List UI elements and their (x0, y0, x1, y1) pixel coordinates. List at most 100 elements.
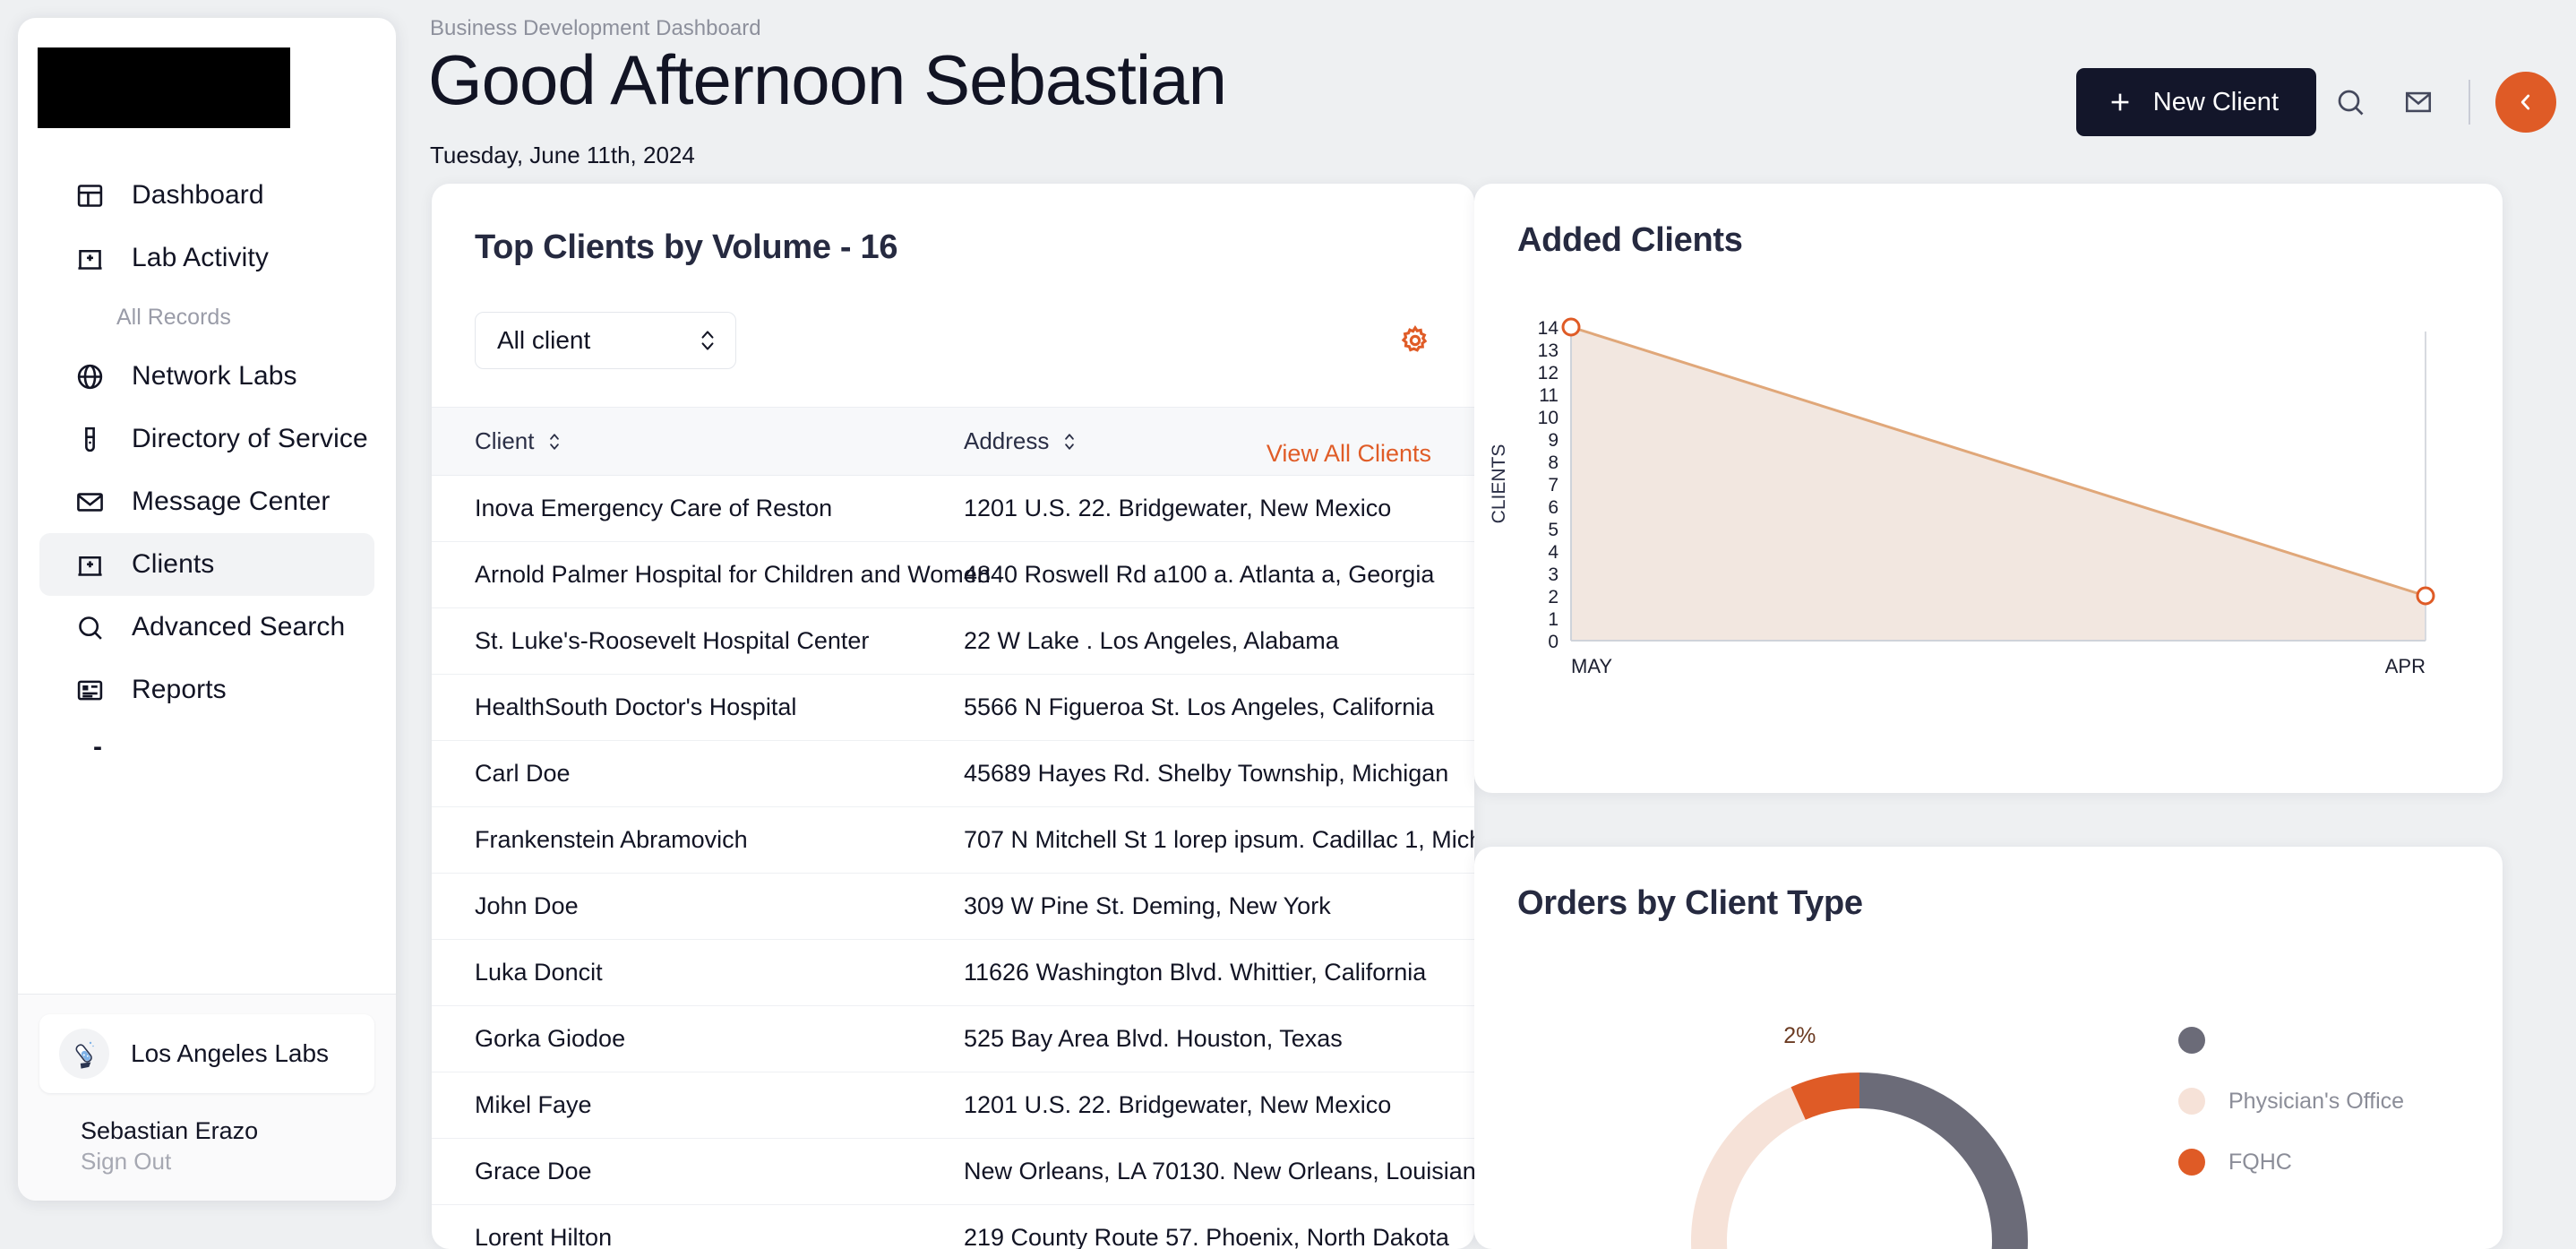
sidebar-item-truncated[interactable]: - (18, 721, 396, 773)
table-row[interactable]: Arnold Palmer Hospital for Children and … (432, 541, 1474, 608)
new-client-button[interactable]: New Client (2075, 68, 2316, 136)
client-name-cell[interactable]: Arnold Palmer Hospital for Children and … (432, 541, 991, 608)
chevron-updown-icon (701, 331, 714, 350)
breadcrumb: Business Development Dashboard (430, 16, 761, 40)
sidebar-item-dashboard[interactable]: Dashboard (39, 164, 374, 227)
x-tick-label: APR (2385, 655, 2426, 677)
legend-item[interactable]: Physician's Office (2178, 1071, 2447, 1132)
clients-filter-row: All client (475, 312, 1431, 369)
sidebar-item-label: Reports (132, 675, 227, 704)
table-row[interactable]: Inova Emergency Care of Reston 1201 U.S. … (432, 475, 1474, 542)
envelope-icon (77, 492, 103, 512)
user-block: Sebastian Erazo Sign Out (39, 1093, 374, 1179)
table-row[interactable]: Carl Doe 45689 Hayes Rd. Shelby Township,… (432, 740, 1474, 807)
sidebar-item-network-labs[interactable]: Network Labs (39, 345, 374, 408)
company-logo (38, 47, 290, 128)
table-row[interactable]: Mikel Faye 1201 U.S. 22. Bridgewater, New… (432, 1072, 1474, 1139)
mail-button[interactable] (2384, 68, 2452, 136)
client-name-cell[interactable]: HealthSouth Doctor's Hospital (432, 674, 942, 741)
data-point[interactable] (1561, 317, 1581, 337)
client-name-cell[interactable]: Mikel Faye (432, 1072, 942, 1139)
sidebar-item-label: Message Center (132, 487, 331, 516)
y-tick-label: 0 (1548, 632, 1558, 652)
client-name-cell[interactable]: Carl Doe (432, 740, 942, 807)
client-name-cell[interactable]: Grace Doe (432, 1138, 942, 1205)
collapse-panel-button[interactable] (2495, 72, 2556, 133)
view-all-clients-wrap: View All Clients (1267, 440, 1431, 468)
column-header-label: Client (475, 427, 535, 454)
table-row[interactable]: Frankenstein Abramovich 707 N Mitchell St… (432, 806, 1474, 874)
mail-icon (2405, 91, 2432, 113)
sidebar-item-lab-activity[interactable]: Lab Activity (39, 227, 374, 289)
sign-out-link[interactable]: Sign Out (81, 1147, 374, 1176)
sidebar-item-reports[interactable]: Reports (39, 659, 374, 721)
legend-item[interactable]: FQHC (2178, 1132, 2447, 1193)
sidebar-item-advanced-search[interactable]: Advanced Search (39, 596, 374, 659)
legend-item[interactable] (2178, 1010, 2447, 1071)
page-header: Business Development Dashboard Good Afte… (428, 0, 2576, 188)
globe-icon (77, 364, 103, 389)
sidebar-item-label: Dashboard (132, 180, 264, 210)
client-name-cell[interactable]: Gorka Giodoe (432, 1005, 942, 1072)
column-header-client[interactable]: Client (432, 407, 942, 476)
hospital-icon (78, 249, 102, 270)
client-address-cell: 219 County Route 57. Phoenix, North Dako… (942, 1204, 1474, 1249)
y-tick-label: 13 (1538, 340, 1558, 361)
y-tick-label: 6 (1548, 497, 1558, 518)
y-tick-label: 3 (1548, 564, 1558, 585)
sidebar-item-directory-of-service[interactable]: Directory of Service (39, 408, 374, 470)
client-name-cell[interactable]: St. Luke's-Roosevelt Hospital Center (432, 607, 942, 675)
client-address-cell: 4840 Roswell Rd a100 a. Atlanta a, Georg… (942, 541, 1474, 608)
client-name-cell[interactable]: Lorent Hilton (432, 1204, 942, 1249)
current-date: Tuesday, June 11th, 2024 (430, 142, 695, 168)
organization-switcher[interactable]: Los Angeles Labs (39, 1013, 374, 1093)
y-tick-label: 8 (1548, 452, 1558, 473)
search-button[interactable] (2316, 68, 2384, 136)
client-name-cell[interactable]: Inova Emergency Care of Reston (432, 475, 942, 542)
sidebar: Dashboard Lab Activity All Records Netwo… (18, 18, 396, 1201)
sidebar-item-label: Lab Activity (132, 243, 269, 272)
sidebar-subitem-label: All Records (116, 304, 231, 330)
y-tick-label: 9 (1548, 430, 1558, 451)
added-clients-header: Added Clients (1474, 184, 2503, 260)
sidebar-item-clients[interactable]: Clients (39, 533, 374, 596)
area-fill (1571, 327, 2426, 641)
client-name-cell[interactable]: Luka Doncit (432, 939, 942, 1006)
new-client-label: New Client (2152, 87, 2279, 116)
data-point[interactable] (2416, 586, 2435, 606)
top-clients-title: Top Clients by Volume - 16 (475, 228, 898, 266)
layout-icon (77, 184, 103, 207)
page-title: Good Afternoon Sebastian (428, 40, 1227, 119)
client-filter-select[interactable]: All client (475, 312, 736, 369)
test-tube-logo-icon (59, 1028, 109, 1079)
table-row[interactable]: HealthSouth Doctor's Hospital 5566 N Figu… (432, 674, 1474, 741)
top-clients-header: Top Clients by Volume - 16 (432, 184, 1474, 267)
header-divider (2469, 80, 2470, 125)
table-row[interactable]: Grace Doe New Orleans, LA 70130. New Orle… (432, 1138, 1474, 1205)
gear-icon[interactable] (1399, 324, 1431, 357)
report-card-icon (77, 680, 103, 700)
clients-table-body: Inova Emergency Care of Reston 1201 U.S. … (432, 475, 1474, 1249)
client-address-cell: 707 N Mitchell St 1 lorep ipsum. Cadilla… (942, 806, 1474, 874)
clients-table-scroll[interactable]: Client Address Inova Emergency Care of R… (432, 407, 1474, 1249)
sidebar-subitem-all-records[interactable]: All Records (18, 289, 396, 345)
y-tick-label: 1 (1548, 609, 1558, 630)
y-tick-label: 4 (1548, 542, 1558, 563)
table-row[interactable]: St. Luke's-Roosevelt Hospital Center 22 W… (432, 607, 1474, 675)
view-all-clients-link[interactable]: View All Clients (1267, 440, 1431, 468)
sidebar-item-message-center[interactable]: Message Center (39, 470, 374, 533)
y-tick-label: 2 (1548, 587, 1558, 607)
sidebar-nav: Dashboard Lab Activity All Records Netwo… (18, 128, 396, 994)
table-row[interactable]: Lorent Hilton 219 County Route 57. Phoeni… (432, 1204, 1474, 1249)
table-row[interactable]: Gorka Giodoe 525 Bay Area Blvd. Houston, … (432, 1005, 1474, 1072)
table-row[interactable]: John Doe 309 W Pine St. Deming, New York (432, 873, 1474, 940)
client-address-cell: 1201 U.S. 22. Bridgewater, New Mexico (942, 475, 1474, 542)
client-address-cell: 11626 Washington Blvd. Whittier, Califor… (942, 939, 1474, 1006)
client-filter-value: All client (497, 326, 591, 354)
client-name-cell[interactable]: John Doe (432, 873, 942, 940)
search-icon (2338, 90, 2364, 116)
y-tick-label: 5 (1548, 520, 1558, 540)
sidebar-item-label: Network Labs (132, 361, 297, 391)
table-row[interactable]: Luka Doncit 11626 Washington Blvd. Whitti… (432, 939, 1474, 1006)
client-name-cell[interactable]: Frankenstein Abramovich (432, 806, 942, 874)
